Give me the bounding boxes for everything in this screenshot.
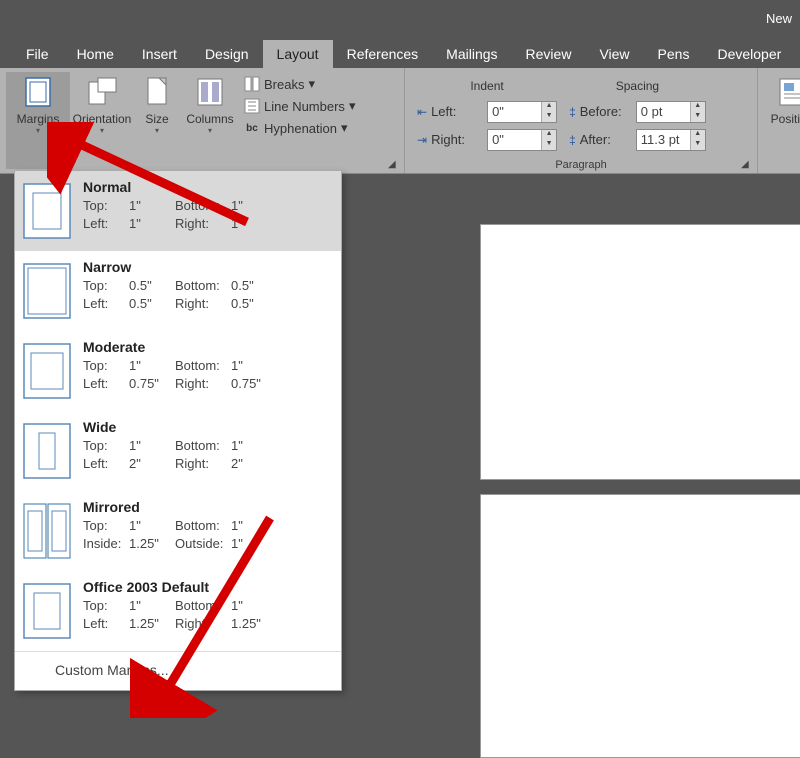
position-icon	[776, 76, 800, 108]
custom-margins-menuitem[interactable]: Custom Margins...	[15, 651, 341, 690]
spinner[interactable]: ▲▼	[690, 102, 705, 122]
margins-gallery: Normal Top:1" Bottom:1" Left:1" Right:1"…	[14, 170, 342, 691]
paragraph-dialog-launcher[interactable]: ◢	[741, 159, 753, 171]
orientation-button[interactable]: Orientation ▾	[70, 72, 134, 169]
size-icon	[141, 76, 173, 108]
position-button[interactable]: Position	[764, 72, 800, 171]
chevron-down-icon: ▾	[308, 76, 315, 92]
indent-left-icon: ⇤	[417, 105, 427, 119]
tab-review[interactable]: Review	[512, 40, 586, 68]
hyphenation-button[interactable]: bc Hyphenation ▾	[244, 120, 355, 136]
spacing-before-field: ‡ Before: 0 pt ▲▼	[569, 101, 706, 123]
ribbon-tabs: File Home Insert Design Layout Reference…	[0, 36, 800, 68]
tab-file[interactable]: File	[12, 40, 63, 68]
margin-option-moderate[interactable]: Moderate Top:1" Bottom:1" Left:0.75" Rig…	[15, 331, 341, 411]
chevron-down-icon: ▾	[100, 126, 104, 135]
columns-icon	[194, 76, 226, 108]
group-paragraph: Indent ⇤ Left: 0" ▲▼ ⇥ Right: 0" ▲▼	[405, 68, 758, 173]
tab-developer[interactable]: Developer	[703, 40, 795, 68]
line-numbers-icon	[244, 98, 260, 114]
chevron-down-icon: ▾	[208, 126, 212, 135]
margins-icon	[22, 76, 54, 108]
spacing-header: Spacing	[569, 79, 706, 95]
margin-thumb-icon	[23, 423, 71, 479]
tab-references[interactable]: References	[333, 40, 433, 68]
margin-thumb-icon	[23, 183, 71, 239]
tab-mailings[interactable]: Mailings	[432, 40, 511, 68]
group-arrange: Position	[758, 68, 800, 173]
margin-option-office2003[interactable]: Office 2003 Default Top:1" Bottom:1" Lef…	[15, 571, 341, 651]
margins-button[interactable]: Margins ▾	[6, 72, 70, 169]
spinner[interactable]: ▲▼	[690, 130, 705, 150]
indent-left-input[interactable]: 0" ▲▼	[487, 101, 557, 123]
hyphenation-icon: bc	[244, 120, 260, 136]
orientation-icon	[86, 76, 118, 108]
margin-thumb-icon	[23, 343, 71, 399]
document-page[interactable]	[480, 494, 800, 758]
margin-thumb-icon	[23, 503, 71, 559]
margin-thumb-icon	[23, 263, 71, 319]
indent-header: Indent	[417, 79, 557, 95]
indent-right-field: ⇥ Right: 0" ▲▼	[417, 129, 557, 151]
spacing-before-icon: ‡	[569, 105, 576, 119]
document-page[interactable]	[480, 224, 800, 480]
indent-right-icon: ⇥	[417, 133, 427, 147]
page-setup-dialog-launcher[interactable]: ◢	[388, 159, 400, 171]
chevron-down-icon: ▾	[349, 98, 356, 114]
tab-view[interactable]: View	[585, 40, 643, 68]
tab-home[interactable]: Home	[63, 40, 128, 68]
margin-thumb-icon	[23, 583, 71, 639]
ribbon: Margins ▾ Orientation ▾ Size ▾	[0, 68, 800, 174]
tab-insert[interactable]: Insert	[128, 40, 191, 68]
margin-option-normal[interactable]: Normal Top:1" Bottom:1" Left:1" Right:1"	[15, 171, 341, 251]
spinner[interactable]: ▲▼	[541, 130, 556, 150]
chevron-down-icon: ▾	[341, 120, 348, 136]
breaks-button[interactable]: Breaks ▾	[244, 76, 355, 92]
margin-option-wide[interactable]: Wide Top:1" Bottom:1" Left:2" Right:2"	[15, 411, 341, 491]
tab-pens[interactable]: Pens	[644, 40, 704, 68]
margin-option-mirrored[interactable]: Mirrored Top:1" Bottom:1" Inside:1.25" O…	[15, 491, 341, 571]
indent-right-input[interactable]: 0" ▲▼	[487, 129, 557, 151]
columns-button[interactable]: Columns ▾	[180, 72, 240, 169]
spacing-after-field: ‡ After: 11.3 pt ▲▼	[569, 129, 706, 151]
margin-option-narrow[interactable]: Narrow Top:0.5" Bottom:0.5" Left:0.5" Ri…	[15, 251, 341, 331]
group-page-setup: Margins ▾ Orientation ▾ Size ▾	[0, 68, 405, 173]
line-numbers-button[interactable]: Line Numbers ▾	[244, 98, 355, 114]
title-text: New	[766, 11, 792, 26]
title-bar: New	[0, 0, 800, 36]
size-button[interactable]: Size ▾	[134, 72, 180, 169]
watermark: wsxdn.com	[729, 739, 794, 753]
spacing-after-icon: ‡	[569, 133, 576, 147]
spacing-after-input[interactable]: 11.3 pt ▲▼	[636, 129, 706, 151]
chevron-down-icon: ▾	[155, 126, 159, 135]
chevron-down-icon: ▾	[36, 126, 40, 135]
tab-layout[interactable]: Layout	[263, 40, 333, 68]
spinner[interactable]: ▲▼	[541, 102, 556, 122]
indent-left-field: ⇤ Left: 0" ▲▼	[417, 101, 557, 123]
spacing-before-input[interactable]: 0 pt ▲▼	[636, 101, 706, 123]
breaks-icon	[244, 76, 260, 92]
tab-design[interactable]: Design	[191, 40, 263, 68]
